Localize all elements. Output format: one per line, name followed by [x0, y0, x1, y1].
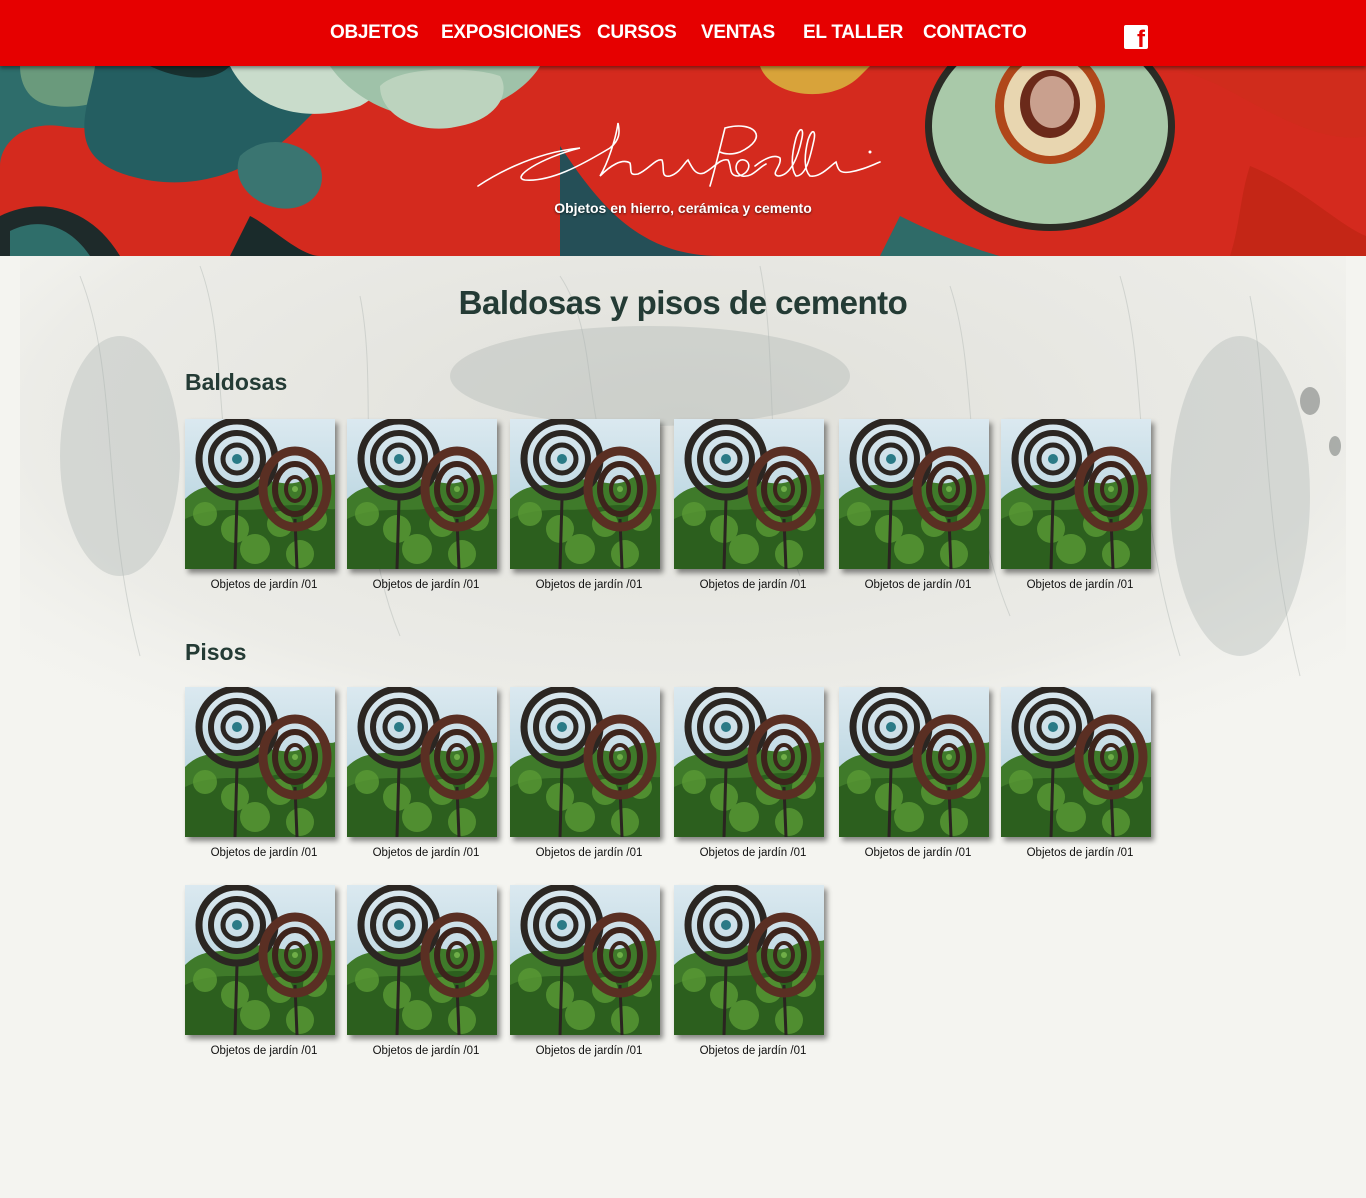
gallery-thumbnail[interactable]: [674, 419, 824, 569]
gallery-caption[interactable]: Objetos de jardín /01: [341, 1045, 511, 1057]
nav-item-cursos[interactable]: CURSOS: [597, 22, 677, 50]
gallery-caption[interactable]: Objetos de jardín /01: [668, 579, 838, 591]
gallery-caption[interactable]: Objetos de jardín /01: [995, 847, 1165, 859]
gallery-thumbnail[interactable]: [185, 687, 335, 837]
nav-menu: OBJETOS EXPOSICIONES CURSOS VENTAS EL TA…: [0, 0, 1366, 66]
gallery-thumbnail[interactable]: [185, 885, 335, 1035]
gallery-caption[interactable]: Objetos de jardín /01: [179, 1045, 349, 1057]
gallery-caption[interactable]: Objetos de jardín /01: [341, 579, 511, 591]
gallery-thumbnail[interactable]: [185, 419, 335, 569]
gallery-thumbnail[interactable]: [510, 687, 660, 837]
gallery-thumbnail[interactable]: [674, 885, 824, 1035]
gallery-caption[interactable]: Objetos de jardín /01: [504, 1045, 674, 1057]
gallery-caption[interactable]: Objetos de jardín /01: [833, 847, 1003, 859]
gallery-thumbnail[interactable]: [839, 687, 989, 837]
nav-item-exposiciones[interactable]: EXPOSICIONES: [441, 22, 581, 50]
gallery-caption[interactable]: Objetos de jardín /01: [833, 579, 1003, 591]
charo-perelli-logo: [477, 122, 881, 187]
gallery-thumbnail[interactable]: [347, 687, 497, 837]
facebook-glyph: f: [1137, 26, 1145, 53]
hero-banner: Objetos en hierro, cerámica y cemento: [0, 66, 1366, 256]
gallery-caption[interactable]: Objetos de jardín /01: [504, 847, 674, 859]
gallery-thumbnail[interactable]: [510, 885, 660, 1035]
gallery-thumbnail[interactable]: [1001, 687, 1151, 837]
nav-item-objetos[interactable]: OBJETOS: [330, 22, 419, 50]
gallery-caption[interactable]: Objetos de jardín /01: [341, 847, 511, 859]
gallery-thumbnail[interactable]: [347, 419, 497, 569]
facebook-icon[interactable]: f: [1124, 25, 1148, 53]
gallery-caption[interactable]: Objetos de jardín /01: [668, 1045, 838, 1057]
nav-item-contacto[interactable]: CONTACTO: [923, 22, 1027, 50]
hero-tagline: Objetos en hierro, cerámica y cemento: [554, 200, 812, 216]
gallery-caption[interactable]: Objetos de jardín /01: [179, 847, 349, 859]
gallery-thumbnail[interactable]: [674, 687, 824, 837]
top-navigation: OBJETOS EXPOSICIONES CURSOS VENTAS EL TA…: [0, 0, 1366, 66]
section-title-pisos: Pisos: [185, 639, 247, 665]
gallery-caption[interactable]: Objetos de jardín /01: [504, 579, 674, 591]
gallery-thumbnail[interactable]: [839, 419, 989, 569]
gallery-thumbnail[interactable]: [510, 419, 660, 569]
nav-item-ventas[interactable]: VENTAS: [701, 22, 775, 50]
gallery-caption[interactable]: Objetos de jardín /01: [179, 579, 349, 591]
gallery-thumbnail[interactable]: [1001, 419, 1151, 569]
gallery-thumbnail[interactable]: [347, 885, 497, 1035]
gallery-caption[interactable]: Objetos de jardín /01: [668, 847, 838, 859]
nav-item-el-taller[interactable]: EL TALLER: [803, 22, 903, 50]
gallery-caption[interactable]: Objetos de jardín /01: [995, 579, 1165, 591]
section-title-baldosas: Baldosas: [185, 369, 288, 395]
page-title: Baldosas y pisos de cemento: [458, 284, 908, 321]
